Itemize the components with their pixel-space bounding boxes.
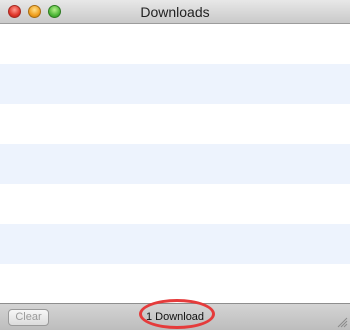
list-row [0,64,350,104]
list-row [0,24,350,64]
close-window-button[interactable] [8,5,21,18]
status-bar: 1 Download Clear [0,303,350,330]
list-row [0,144,350,184]
list-row [0,104,350,144]
title-bar[interactable]: Downloads [0,0,350,24]
clear-button[interactable]: Clear [8,309,49,326]
downloads-list[interactable] [0,24,350,303]
download-count: 1 Download [145,311,205,323]
resize-grip-icon[interactable] [336,316,348,328]
downloads-window: Downloads 1 Download Clear [0,0,350,330]
minimize-window-button[interactable] [28,5,41,18]
list-row [0,224,350,264]
list-row [0,264,350,303]
list-row [0,184,350,224]
zoom-window-button[interactable] [48,5,61,18]
